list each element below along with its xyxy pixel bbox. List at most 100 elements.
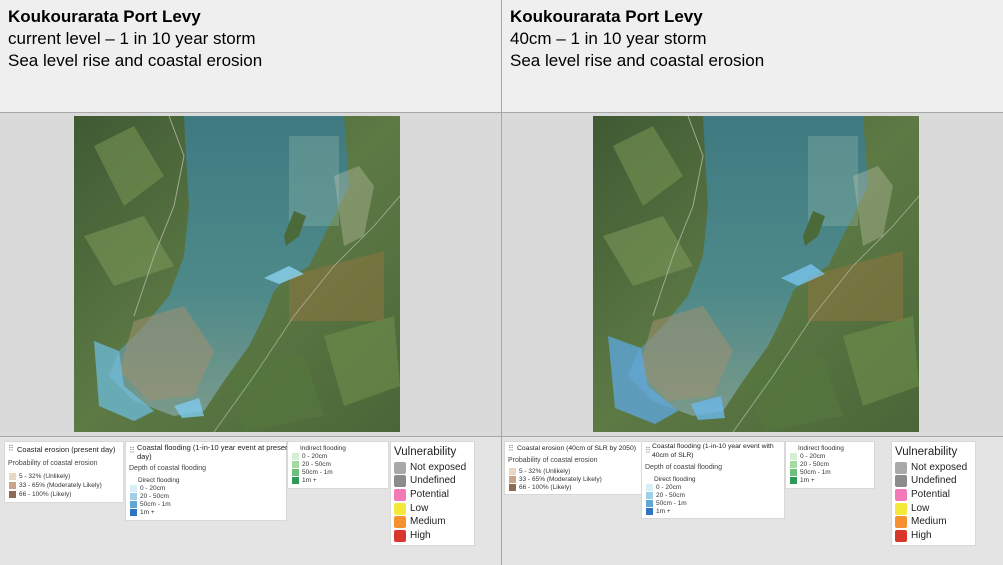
drag-handle-icon[interactable]: ⠿ (645, 446, 651, 455)
direct-flooding-title: Direct flooding (654, 476, 696, 483)
erosion-item-likely: 66 - 100% (Likely) (19, 491, 72, 498)
flooding-legend-title-line1: Coastal flooding (1-in-10 year event wit… (652, 443, 774, 450)
indirect-swatch-1 (790, 461, 797, 468)
vulnerability-title: Vulnerability (895, 446, 958, 458)
indirect-flooding-title: Indirect flooding (300, 445, 346, 452)
erosion-legend-subtitle: Probability of coastal erosion (8, 460, 98, 467)
erosion-item-likely: 66 - 100% (Likely) (519, 484, 572, 491)
erosion-swatch-unlikely (9, 473, 16, 480)
direct-item-3: 1m + (140, 509, 155, 516)
vulnerability-legend: Vulnerability Not exposed Undefined Pote… (891, 441, 976, 546)
direct-swatch-2 (130, 501, 137, 508)
indirect-item-3: 1m + (800, 477, 815, 484)
erosion-item-moderate: 33 - 65% (Moderately Likely) (19, 482, 102, 489)
vuln-label: Medium (911, 516, 947, 527)
vuln-swatch (394, 489, 406, 501)
indirect-flooding-legend: Indirect flooding 0 - 20cm 20 - 50cm 50c… (287, 441, 389, 489)
indirect-swatch-0 (292, 453, 299, 460)
vuln-swatch (394, 503, 406, 515)
direct-swatch-0 (646, 484, 653, 491)
erosion-swatch-moderate (509, 476, 516, 483)
erosion-swatch-likely (509, 484, 516, 491)
drag-handle-icon[interactable]: ⠿ (508, 444, 514, 453)
vuln-swatch (394, 530, 406, 542)
vuln-label: Low (911, 503, 930, 514)
scenario-title: current level – 1 in 10 year storm (8, 29, 256, 48)
subject-title: Sea level rise and coastal erosion (8, 51, 263, 70)
drag-handle-icon[interactable]: ⠿ (129, 446, 135, 455)
direct-item-2: 50cm - 1m (656, 500, 687, 507)
erosion-legend-title: Coastal erosion (present day) (17, 445, 116, 454)
vuln-label: Potential (911, 489, 950, 500)
direct-swatch-2 (646, 500, 653, 507)
erosion-legend-title: Coastal erosion (40cm of SLR by 2050) (517, 445, 637, 452)
flooding-legend-subtitle: Depth of coastal flooding (645, 464, 723, 471)
indirect-item-2: 50cm - 1m (302, 469, 333, 476)
aerial-map[interactable] (593, 116, 919, 432)
erosion-item-unlikely: 5 - 32% (Unlikely) (19, 473, 71, 480)
indirect-flooding-legend: Indirect flooding 0 - 20cm 20 - 50cm 50c… (785, 441, 875, 489)
indirect-item-1: 20 - 50cm (800, 461, 829, 468)
direct-item-0: 0 - 20cm (140, 485, 166, 492)
erosion-swatch-moderate (9, 482, 16, 489)
direct-item-1: 20 - 50cm (656, 492, 685, 499)
indirect-swatch-3 (790, 477, 797, 484)
erosion-item-unlikely: 5 - 32% (Unlikely) (519, 468, 571, 475)
flooding-legend-title-line2: 40cm of SLR) (652, 452, 694, 459)
coastal-flooding-legend: ⠿ Coastal flooding (1-in-10 year event a… (125, 441, 291, 521)
panel-header: Koukourarata Port Levy current level – 1… (0, 0, 501, 113)
vulnerability-legend: Vulnerability Not exposed Undefined Pote… (390, 441, 475, 546)
indirect-swatch-0 (790, 453, 797, 460)
indirect-swatch-2 (790, 469, 797, 476)
subject-title: Sea level rise and coastal erosion (510, 51, 765, 70)
coastal-flooding-legend: ⠿ Coastal flooding (1-in-10 year event w… (641, 441, 785, 519)
flooding-legend-subtitle: Depth of coastal flooding (129, 465, 207, 472)
location-title: Koukourarata Port Levy (8, 7, 201, 26)
coastal-erosion-legend: ⠿ Coastal erosion (40cm of SLR by 2050) … (504, 441, 642, 495)
direct-item-2: 50cm - 1m (140, 501, 171, 508)
vuln-label: High (911, 530, 932, 541)
vuln-label: Not exposed (410, 462, 467, 473)
scenario-title: 40cm – 1 in 10 year storm (510, 29, 707, 48)
erosion-legend-subtitle: Probability of coastal erosion (508, 457, 598, 464)
vulnerability-title: Vulnerability (394, 446, 457, 458)
vuln-label: Low (410, 503, 429, 514)
vuln-swatch (895, 503, 907, 515)
indirect-swatch-1 (292, 461, 299, 468)
vuln-label: Undefined (410, 475, 456, 486)
flooding-legend-title-line2: day) (137, 452, 152, 461)
direct-swatch-1 (646, 492, 653, 499)
drag-handle-icon[interactable]: ⠿ (8, 444, 14, 453)
direct-item-1: 20 - 50cm (140, 493, 169, 500)
indirect-flooding-title: Indirect flooding (798, 445, 844, 452)
direct-swatch-1 (130, 493, 137, 500)
panel-current-level: Koukourarata Port Levy current level – 1… (0, 0, 501, 565)
vuln-label: High (410, 530, 431, 541)
vuln-label: Medium (410, 516, 446, 527)
direct-swatch-0 (130, 485, 137, 492)
aerial-map[interactable] (74, 116, 400, 432)
indirect-item-3: 1m + (302, 477, 317, 484)
panel-40cm-slr: Koukourarata Port Levy 40cm – 1 in 10 ye… (502, 0, 1003, 565)
vuln-label: Potential (410, 489, 449, 500)
direct-swatch-3 (646, 508, 653, 515)
location-title: Koukourarata Port Levy (510, 7, 703, 26)
panel-header: Koukourarata Port Levy 40cm – 1 in 10 ye… (502, 0, 1003, 113)
indirect-swatch-2 (292, 469, 299, 476)
indirect-item-2: 50cm - 1m (800, 469, 831, 476)
vuln-swatch (895, 462, 907, 474)
vuln-swatch (895, 516, 907, 528)
vuln-swatch (895, 489, 907, 501)
map-band (0, 113, 501, 437)
indirect-item-0: 0 - 20cm (800, 453, 826, 460)
erosion-swatch-unlikely (509, 468, 516, 475)
indirect-item-1: 20 - 50cm (302, 461, 331, 468)
flooding-legend-title-line1: Coastal flooding (1-in-10 year event at … (137, 443, 292, 452)
indirect-item-0: 0 - 20cm (302, 453, 328, 460)
vuln-label: Not exposed (911, 462, 968, 473)
vuln-swatch (394, 475, 406, 487)
vuln-swatch (895, 530, 907, 542)
direct-item-3: 1m + (656, 508, 671, 515)
direct-flooding-title: Direct flooding (138, 477, 180, 484)
coastal-erosion-legend: ⠿ Coastal erosion (present day) Probabil… (4, 441, 124, 503)
